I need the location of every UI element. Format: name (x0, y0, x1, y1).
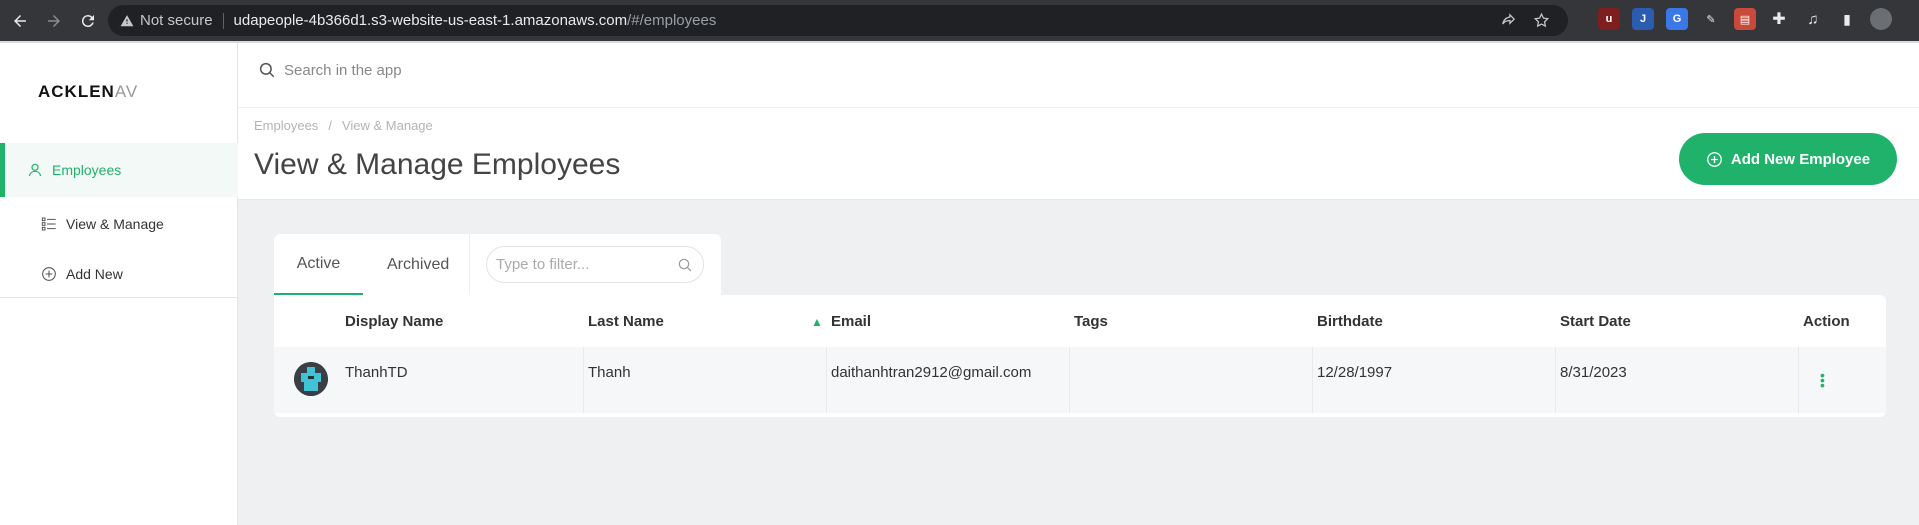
column-divider (1069, 347, 1070, 413)
sidebar-item-add-new[interactable]: Add New (0, 247, 238, 301)
back-button[interactable] (6, 7, 34, 35)
omnibox-divider (222, 12, 224, 29)
avatar (294, 362, 328, 396)
column-divider (826, 347, 827, 413)
sidebar-item-employees[interactable]: Employees (0, 143, 238, 197)
breadcrumb-separator: / (328, 118, 332, 133)
ublock-extension-icon[interactable]: u (1598, 8, 1620, 30)
filter-placeholder: Type to filter... (496, 256, 590, 273)
sidebar-item-label: View & Manage (66, 216, 164, 232)
reload-button[interactable] (74, 7, 102, 35)
row-actions-kebab-icon[interactable]: • • • (1820, 368, 1825, 392)
warning-icon (120, 14, 134, 26)
breadcrumb-item-view-manage[interactable]: View & Manage (342, 118, 433, 133)
pen-extension-icon[interactable]: ✎ (1700, 8, 1722, 30)
employee-tabs: Active Archived Type to filter... (274, 234, 721, 295)
bookmark-star-icon[interactable] (1533, 12, 1550, 29)
employees-table: Display Name Last Name ▲ Email Tags Birt… (274, 295, 1886, 417)
app-logo[interactable]: ACKLENAV (38, 82, 138, 102)
url-host: udapeople-4b366d1.s3-website-us-east-1.a… (233, 12, 628, 29)
forward-button[interactable] (40, 7, 68, 35)
share-icon[interactable] (1500, 12, 1517, 29)
security-indicator[interactable]: Not secure (120, 12, 213, 29)
side-panel-icon[interactable]: ▮ (1836, 8, 1858, 30)
page-title: View & Manage Employees (254, 148, 621, 181)
printer-extension-icon[interactable]: ▤ (1734, 8, 1756, 30)
tab-divider (469, 234, 470, 295)
breadcrumb: Employees / View & Manage (254, 118, 433, 133)
plus-circle-icon (1707, 151, 1722, 167)
sort-ascending-icon[interactable]: ▲ (811, 315, 823, 329)
table-header: Display Name Last Name ▲ Email Tags Birt… (274, 295, 1886, 347)
cell-email: daithanhtran2912@gmail.com (831, 364, 1032, 381)
column-header-last-name[interactable]: Last Name (588, 313, 664, 330)
sidebar-divider (0, 297, 238, 298)
column-header-tags[interactable]: Tags (1074, 313, 1108, 330)
app-search[interactable]: Search in the app (258, 61, 402, 79)
browser-toolbar: Not secure udapeople-4b366d1.s3-website-… (0, 0, 1919, 41)
tab-active[interactable]: Active (274, 234, 363, 295)
arrow-left-icon (14, 14, 26, 27)
column-header-email[interactable]: Email (831, 313, 871, 330)
column-divider (1312, 347, 1313, 413)
search-placeholder: Search in the app (284, 61, 402, 79)
column-header-start-date[interactable]: Start Date (1560, 313, 1631, 330)
jira-extension-icon[interactable]: J (1632, 8, 1654, 30)
table-row[interactable]: ThanhTD Thanh daithanhtran2912@gmail.com… (274, 347, 1886, 413)
app-topbar: Search in the app (238, 43, 1919, 108)
extensions-bar: u J G ✎ ▤ ✚ ♫ ▮ (1598, 8, 1892, 30)
sidebar-item-view-manage[interactable]: View & Manage (0, 197, 238, 251)
add-button-label: Add New Employee (1730, 150, 1871, 168)
sidebar: ACKLENAV Employees View & Manage Add New (0, 43, 238, 525)
translate-extension-icon[interactable]: G (1666, 8, 1688, 30)
breadcrumb-item-employees[interactable]: Employees (254, 118, 318, 133)
search-icon (259, 62, 275, 78)
column-divider (1798, 347, 1799, 413)
search-icon (678, 258, 692, 271)
sidebar-item-label: Employees (52, 162, 122, 178)
security-label: Not secure (140, 12, 213, 29)
column-header-display-name[interactable]: Display Name (345, 313, 443, 330)
address-bar[interactable]: Not secure udapeople-4b366d1.s3-website-… (108, 5, 1568, 36)
column-divider (1555, 347, 1556, 413)
arrow-right-icon (48, 14, 60, 27)
puzzle-extensions-icon[interactable]: ✚ (1768, 8, 1790, 30)
url-path: /#/employees (627, 12, 717, 29)
plus-circle-icon (40, 265, 58, 283)
column-header-birthdate[interactable]: Birthdate (1317, 313, 1383, 330)
profile-avatar-icon[interactable] (1870, 8, 1892, 30)
column-divider (583, 347, 584, 413)
user-icon (26, 161, 44, 179)
cell-start-date: 8/31/2023 (1560, 364, 1627, 381)
tab-archived[interactable]: Archived (387, 234, 449, 295)
media-queue-icon[interactable]: ♫ (1802, 8, 1824, 30)
column-header-action: Action (1803, 313, 1850, 330)
cell-last-name: Thanh (588, 364, 631, 381)
page-header: Employees / View & Manage View & Manage Em… (238, 108, 1919, 200)
filter-input[interactable]: Type to filter... (486, 246, 704, 283)
cell-display-name: ThanhTD (345, 364, 408, 381)
cell-birthdate: 12/28/1997 (1317, 364, 1393, 381)
sidebar-item-label: Add New (66, 266, 123, 282)
reload-icon (81, 14, 94, 27)
add-new-employee-button[interactable]: Add New Employee (1679, 133, 1897, 185)
list-icon (40, 215, 58, 233)
